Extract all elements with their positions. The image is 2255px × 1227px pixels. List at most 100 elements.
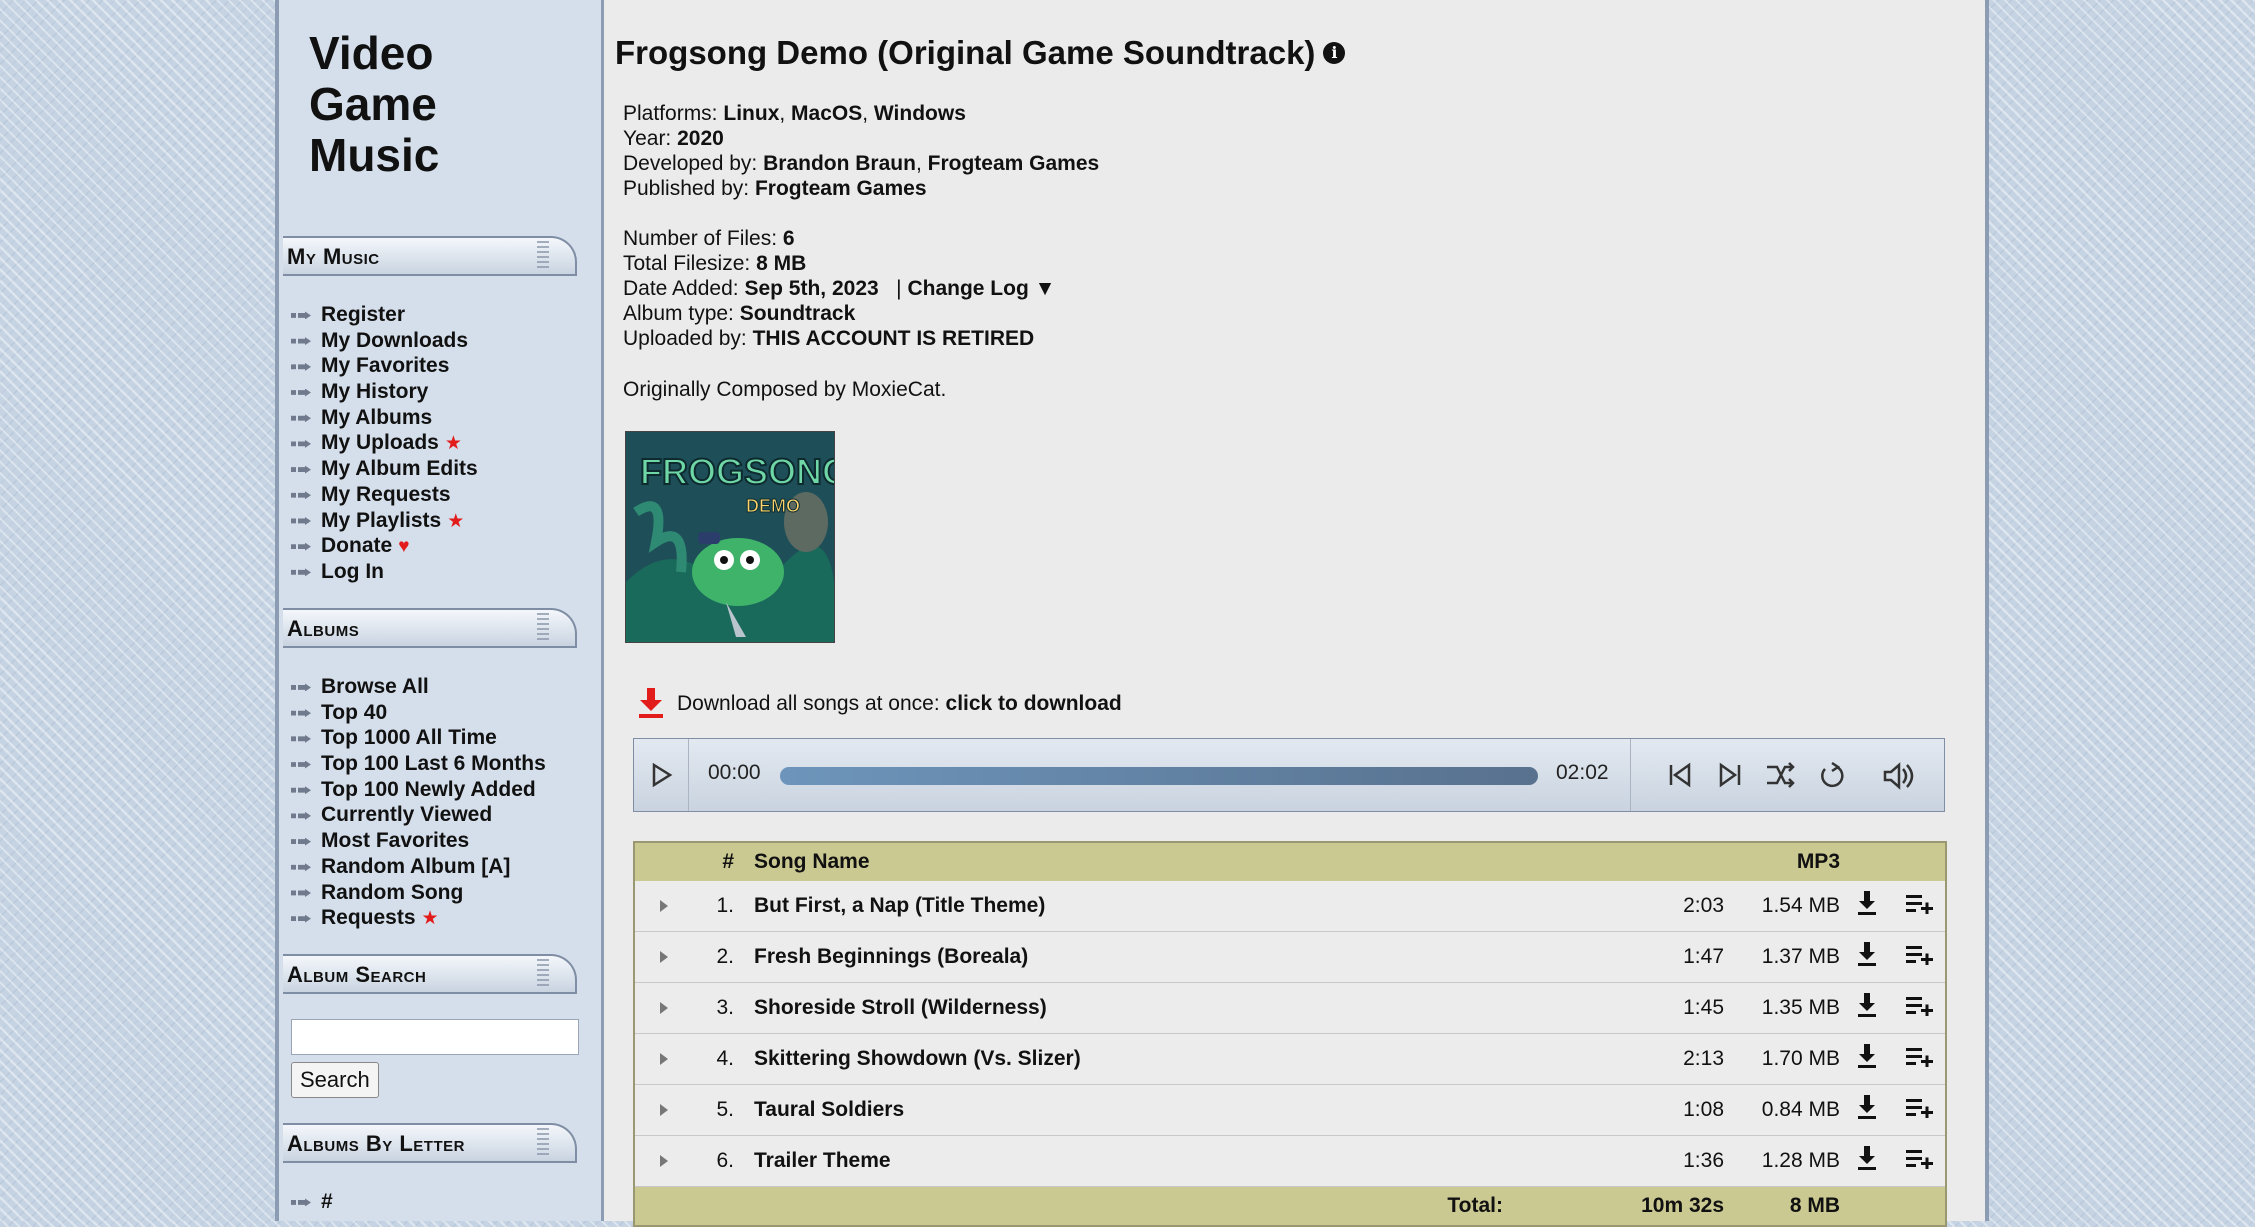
play-button[interactable]	[634, 739, 689, 811]
arrow-bullet-icon	[291, 388, 311, 397]
page-frame: Video Game Music My Music Register My Dow…	[275, 0, 1989, 1227]
song-name-link[interactable]: Trailer Theme	[738, 1135, 1633, 1187]
song-size: 1.54 MB	[1725, 881, 1841, 932]
expand-icon[interactable]	[634, 982, 693, 1034]
main-content: Frogsong Demo (Original Game Soundtrack)…	[611, 0, 1981, 1227]
arrow-bullet-icon	[291, 888, 311, 897]
expand-icon[interactable]	[634, 881, 693, 932]
add-to-playlist-icon[interactable]	[1893, 931, 1946, 983]
sidebar-item-register[interactable]: Register	[291, 302, 478, 328]
col-song-name: Song Name	[754, 850, 870, 873]
song-number: 4.	[693, 1033, 738, 1085]
add-to-playlist-icon[interactable]	[1893, 982, 1946, 1034]
sidebar-item-random-song[interactable]: Random Song	[291, 880, 546, 906]
year-link[interactable]: 2020	[677, 127, 724, 150]
download-red-icon[interactable]	[639, 688, 663, 718]
progress-bar[interactable]	[780, 767, 1538, 785]
sidebar-item-most-favorites[interactable]: Most Favorites	[291, 828, 546, 854]
song-size: 1.37 MB	[1725, 931, 1841, 983]
developer-link[interactable]: Frogteam Games	[928, 152, 1100, 175]
sidebar-item-random-album-a[interactable]: Random Album [A]	[291, 854, 546, 880]
song-table: # Song Name MP3 1. But First, a Nap (Titl…	[633, 841, 1947, 1227]
sidebar-item-my-history[interactable]: My History	[291, 379, 478, 405]
previous-track-icon[interactable]	[1667, 761, 1693, 789]
arrow-bullet-icon	[291, 414, 311, 423]
shuffle-icon[interactable]	[1765, 761, 1795, 789]
song-row[interactable]: 6. Trailer Theme 1:36 1.28 MB	[634, 1135, 1946, 1187]
song-row[interactable]: 2. Fresh Beginnings (Boreala) 1:47 1.37 MB	[634, 931, 1946, 983]
site-logo[interactable]: Video Game Music	[309, 28, 439, 181]
sidebar-item-top-100-last-6-months[interactable]: Top 100 Last 6 Months	[291, 751, 546, 777]
sidebar-item-top-40[interactable]: Top 40	[291, 700, 546, 726]
song-number: 1.	[693, 881, 738, 932]
info-icon[interactable]: i	[1323, 42, 1346, 64]
song-name-link[interactable]: Taural Soldiers	[738, 1084, 1633, 1136]
new-star-icon: ★	[447, 510, 465, 532]
sidebar-item-top-1000-all-time[interactable]: Top 1000 All Time	[291, 725, 546, 751]
download-icon[interactable]	[1841, 1033, 1893, 1085]
platform-link[interactable]: Linux	[723, 102, 779, 125]
publisher-link[interactable]: Frogteam Games	[755, 177, 927, 200]
repeat-icon[interactable]	[1817, 761, 1847, 791]
sidebar-item-donate[interactable]: Donate ♥	[291, 533, 478, 559]
expand-icon[interactable]	[634, 1084, 693, 1136]
add-to-playlist-icon[interactable]	[1893, 1135, 1946, 1187]
download-icon[interactable]	[1841, 982, 1893, 1034]
change-log-toggle[interactable]: Change Log ▼	[907, 277, 1055, 300]
filesize-line: Total Filesize: 8 MB	[623, 252, 807, 275]
sidebar-item-currently-viewed[interactable]: Currently Viewed	[291, 802, 546, 828]
album-meta-block: Platforms: Linux, MacOS, Windows Year: 2…	[623, 101, 1099, 201]
platform-link[interactable]: MacOS	[791, 102, 862, 125]
download-icon[interactable]	[1841, 1135, 1893, 1187]
arrow-bullet-icon	[291, 734, 311, 743]
expand-icon[interactable]	[634, 1033, 693, 1085]
platform-link[interactable]: Windows	[874, 102, 966, 125]
song-row[interactable]: 4. Skittering Showdown (Vs. Slizer) 2:13 1.…	[634, 1033, 1946, 1085]
song-name-link[interactable]: Fresh Beginnings (Boreala)	[738, 931, 1633, 983]
sidebar-item-my-albums[interactable]: My Albums	[291, 405, 478, 431]
song-name-link[interactable]: Shoreside Stroll (Wilderness)	[738, 982, 1633, 1034]
download-all-link[interactable]: click to download	[946, 692, 1122, 715]
download-all-row: Download all songs at once: click to dow…	[639, 688, 1122, 718]
download-icon[interactable]	[1841, 881, 1893, 932]
logo-line: Video	[309, 27, 434, 79]
sidebar-item-my-favorites[interactable]: My Favorites	[291, 353, 478, 379]
developer-link[interactable]: Brandon Braun	[763, 152, 916, 175]
sidebar-item-my-downloads[interactable]: My Downloads	[291, 328, 478, 354]
add-to-playlist-icon[interactable]	[1893, 1033, 1946, 1085]
song-name-link[interactable]: Skittering Showdown (Vs. Slizer)	[738, 1033, 1633, 1085]
album-search-input[interactable]	[291, 1019, 579, 1055]
sidebar-item-top-100-newly-added[interactable]: Top 100 Newly Added	[291, 777, 546, 803]
arrow-bullet-icon	[291, 337, 311, 346]
albums-heading: Albums	[283, 608, 577, 648]
sidebar-item-my-album-edits[interactable]: My Album Edits	[291, 456, 478, 482]
grip-icon	[537, 1128, 549, 1158]
song-table-total: Total: 10m 32s 8 MB	[634, 1186, 1946, 1226]
sidebar-item-browse-all[interactable]: Browse All	[291, 674, 546, 700]
next-track-icon[interactable]	[1717, 761, 1743, 789]
volume-icon[interactable]	[1881, 761, 1915, 791]
song-size: 0.84 MB	[1725, 1084, 1841, 1136]
sidebar-item-requests[interactable]: Requests ★	[291, 905, 546, 931]
grip-icon	[537, 959, 549, 989]
arrow-bullet-icon	[291, 516, 311, 525]
search-button[interactable]: Search	[291, 1062, 379, 1098]
expand-icon[interactable]	[634, 931, 693, 983]
sidebar-item-log-in[interactable]: Log In	[291, 559, 478, 585]
download-icon[interactable]	[1841, 1084, 1893, 1136]
song-row[interactable]: 3. Shoreside Stroll (Wilderness) 1:45 1.35 …	[634, 982, 1946, 1034]
sidebar-item-my-requests[interactable]: My Requests	[291, 482, 478, 508]
song-row[interactable]: 5. Taural Soldiers 1:08 0.84 MB	[634, 1084, 1946, 1136]
expand-icon[interactable]	[634, 1135, 693, 1187]
letter-item[interactable]: #	[291, 1189, 333, 1215]
song-name-link[interactable]: But First, a Nap (Title Theme)	[738, 881, 1633, 932]
add-to-playlist-icon[interactable]	[1893, 881, 1946, 932]
add-to-playlist-icon[interactable]	[1893, 1084, 1946, 1136]
song-row[interactable]: 1. But First, a Nap (Title Theme) 2:03 1.54…	[634, 881, 1946, 932]
album-cover-image[interactable]: FROGSONG DEMO	[625, 431, 835, 643]
arrow-bullet-icon	[291, 1198, 311, 1207]
sidebar-item-my-uploads[interactable]: My Uploads ★	[291, 430, 478, 456]
grip-icon	[537, 613, 549, 643]
download-icon[interactable]	[1841, 931, 1893, 983]
sidebar-item-my-playlists[interactable]: My Playlists ★	[291, 508, 478, 534]
